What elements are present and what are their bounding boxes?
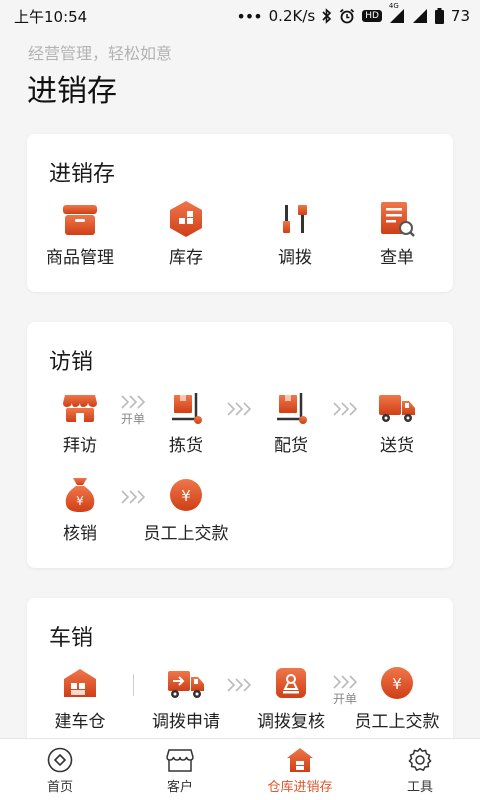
page-subtitle: 经营管理，轻松如意 (28, 44, 173, 63)
nav-tools-label: 工具 (406, 780, 433, 795)
transfer-label: 调拨 (278, 248, 312, 268)
network-speed: 0.2K/s (268, 7, 316, 25)
warehouse-home-icon (286, 746, 314, 774)
transfer-icon (276, 200, 314, 238)
battery-level: 73 (450, 7, 470, 25)
svg-text:¥: ¥ (392, 675, 402, 693)
bottom-nav: 首页 客户 仓库进销存 工具 (0, 738, 480, 800)
nav-home[interactable]: 首页 (0, 739, 120, 800)
gear-icon (407, 746, 433, 774)
yuan-coin-icon: ¥ (167, 476, 205, 514)
nav-customer[interactable]: 客户 (120, 739, 240, 800)
product-management-button[interactable]: 商品管理 (30, 200, 130, 268)
inventory-card: 进销存 商品管理 库存 调拨 查单 (27, 134, 453, 292)
transfer-button[interactable]: 调拨 (245, 200, 345, 268)
order-search-icon (378, 200, 416, 238)
delivery-button[interactable]: 送货 (347, 388, 447, 456)
pick-goods-button[interactable]: 拣货 (136, 388, 236, 456)
more-dots-icon: ••• (236, 6, 262, 26)
status-bar: 上午10:54 ••• 0.2K/s HD 4G 73 (0, 0, 480, 32)
customer-store-icon (166, 746, 194, 774)
box-icon (61, 200, 99, 238)
bluetooth-icon (322, 8, 332, 24)
create-car-warehouse-label: 建车仓 (54, 712, 106, 732)
visit-sales-card: 访销 拜访 开单 拣货 配货 送货 ¥ 核销 ¥ 员工上交款 (27, 322, 453, 568)
status-indicators: ••• 0.2K/s HD 4G 73 (236, 2, 470, 26)
distribute-goods-icon (272, 388, 310, 426)
distribute-goods-label: 配货 (274, 436, 308, 456)
home-diamond-icon (47, 746, 73, 774)
order-search-label: 查单 (380, 248, 414, 268)
nav-warehouse-label: 仓库进销存 (267, 780, 333, 795)
store-icon (61, 388, 99, 426)
hd-badge-text: HD (365, 11, 379, 21)
review-stamp-icon (272, 664, 310, 702)
delivery-truck-icon (378, 388, 416, 426)
transfer-request-button[interactable]: 调拨申请 (136, 664, 236, 732)
car-employee-payment-button[interactable]: ¥ 员工上交款 (347, 664, 447, 732)
nav-customer-label: 客户 (166, 780, 193, 795)
warehouse-icon (61, 664, 99, 702)
section-divider (133, 674, 134, 696)
page-title: 进销存 (27, 74, 117, 109)
order-search-button[interactable]: 查单 (347, 200, 447, 268)
visit-label: 拜访 (63, 436, 97, 456)
money-bag-icon: ¥ (61, 476, 99, 514)
car-sales-card: 车销 建车仓 调拨申请 调拨复核 开单 ¥ 员工上交款 (27, 598, 453, 748)
car-sales-card-title: 车销 (49, 626, 94, 651)
transfer-truck-icon (167, 664, 205, 702)
alarm-icon (339, 8, 355, 24)
employee-payment-button[interactable]: ¥ 员工上交款 (136, 476, 236, 544)
pick-goods-icon (167, 388, 205, 426)
nav-tools[interactable]: 工具 (360, 739, 480, 800)
svg-text:¥: ¥ (181, 487, 191, 505)
battery-icon (434, 8, 444, 24)
hd-badge-icon: HD (362, 10, 382, 22)
network-type: 4G (388, 2, 399, 10)
transfer-request-label: 调拨申请 (152, 712, 220, 732)
inventory-label: 库存 (169, 248, 203, 268)
signal-4g-icon: 4G (389, 2, 405, 24)
inventory-card-title: 进销存 (49, 162, 116, 187)
employee-payment-label: 员工上交款 (143, 524, 229, 544)
signal-icon (412, 8, 428, 24)
create-car-warehouse-button[interactable]: 建车仓 (30, 664, 130, 732)
inventory-icon (167, 200, 205, 238)
nav-home-label: 首页 (46, 780, 73, 795)
write-off-label: 核销 (63, 524, 97, 544)
delivery-label: 送货 (380, 436, 414, 456)
product-management-label: 商品管理 (46, 248, 114, 268)
yuan-coin-icon: ¥ (378, 664, 416, 702)
nav-warehouse[interactable]: 仓库进销存 (240, 739, 360, 800)
visit-sales-card-title: 访销 (49, 350, 94, 375)
distribute-goods-button[interactable]: 配货 (241, 388, 341, 456)
status-time: 上午10:54 (14, 7, 88, 26)
pick-goods-label: 拣货 (169, 436, 203, 456)
car-employee-payment-label: 员工上交款 (354, 712, 440, 732)
transfer-review-label: 调拨复核 (257, 712, 325, 732)
inventory-button[interactable]: 库存 (136, 200, 236, 268)
svg-text:¥: ¥ (76, 494, 84, 508)
write-off-button[interactable]: ¥ 核销 (30, 476, 130, 544)
